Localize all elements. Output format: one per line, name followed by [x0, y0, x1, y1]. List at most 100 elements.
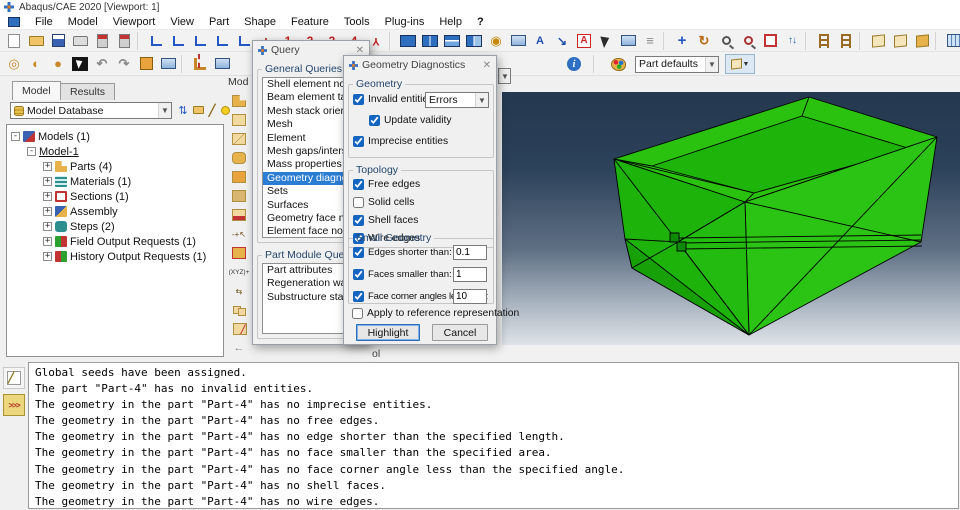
expand-icon[interactable]: + — [43, 177, 52, 186]
table-monitor-icon[interactable] — [617, 31, 639, 51]
pointer-icon[interactable] — [595, 31, 617, 51]
translate-icon[interactable]: -+↖ — [228, 225, 250, 243]
expand-icon[interactable]: + — [43, 252, 52, 261]
expand-icon[interactable]: + — [43, 162, 52, 171]
dialog-monitor-icon[interactable] — [157, 54, 179, 74]
create-datum-icon[interactable] — [228, 168, 250, 186]
face-corner-checkbox[interactable] — [353, 291, 364, 302]
shell-faces-checkbox[interactable] — [353, 215, 364, 226]
annotation-arrow-icon[interactable]: ↘ — [551, 31, 573, 51]
axis-yz-icon[interactable] — [189, 31, 211, 51]
free-edges-checkbox[interactable] — [353, 179, 364, 190]
menu-feature[interactable]: Feature — [291, 16, 329, 28]
menu-tools[interactable]: Tools — [344, 16, 370, 28]
axis-xy-icon[interactable] — [145, 31, 167, 51]
list-options-icon[interactable]: ≡ — [639, 31, 661, 51]
tree-item-assembly[interactable]: + Assembly — [7, 204, 223, 219]
expand-icon[interactable]: + — [43, 237, 52, 246]
annotation-text-icon[interactable]: A — [573, 31, 595, 51]
message-area[interactable]: Global seeds have been assigned. The par… — [28, 362, 959, 509]
viewport-layout-1-icon[interactable] — [397, 31, 419, 51]
close-icon[interactable]: ✕ — [483, 60, 491, 71]
edit-dimension-icon[interactable]: ⇆ — [228, 282, 250, 300]
tree-item-parts[interactable]: + Parts (4) — [7, 159, 223, 174]
circle-intersect-icon[interactable]: ◐ — [25, 54, 47, 74]
undo-icon[interactable]: ↶ — [91, 54, 113, 74]
viewport-ruler-icon[interactable] — [189, 54, 211, 74]
tree-item-steps[interactable]: + Steps (2) — [7, 219, 223, 234]
diagnostics-dialog-titlebar[interactable]: Geometry Diagnostics ✕ — [344, 56, 496, 74]
circle-solid-icon[interactable]: ● — [47, 54, 69, 74]
apply-reference-checkbox[interactable] — [352, 308, 363, 319]
box-zoom-icon[interactable] — [737, 31, 759, 51]
render-hidden-icon[interactable] — [889, 31, 911, 51]
annotation-pointer-a-icon[interactable]: A — [529, 31, 551, 51]
cycle-views-icon[interactable]: ↑↓ — [781, 31, 803, 51]
datum-xyz-icon[interactable]: (XYZ)+ — [228, 263, 250, 281]
update-validity-checkbox[interactable] — [369, 115, 380, 126]
tree-item-materials[interactable]: + Materials (1) — [7, 174, 223, 189]
circle-union-icon[interactable]: ◎ — [3, 54, 25, 74]
faces-smaller-input[interactable] — [453, 267, 487, 282]
download-tool-icon[interactable] — [113, 31, 135, 51]
tree-item-sections[interactable]: + Sections (1) — [7, 189, 223, 204]
viewport-layout-3-icon[interactable] — [441, 31, 463, 51]
ladder-tool-a-icon[interactable] — [813, 31, 835, 51]
expand-icon[interactable]: + — [43, 222, 52, 231]
new-file-icon[interactable] — [3, 31, 25, 51]
viewport-layout-4-icon[interactable] — [463, 31, 485, 51]
menu-model[interactable]: Model — [68, 16, 98, 28]
render-shaded-icon[interactable] — [911, 31, 933, 51]
ladder-tool-b-icon[interactable] — [835, 31, 857, 51]
spin-updown-icon[interactable]: ⇅ — [176, 103, 190, 117]
model-database-combo[interactable]: Model Database ▼ — [10, 102, 172, 119]
create-part-icon[interactable] — [228, 92, 250, 110]
redo-icon[interactable]: ↷ — [113, 54, 135, 74]
imprecise-entities-checkbox[interactable] — [353, 136, 364, 147]
expand-icon[interactable]: + — [43, 192, 52, 201]
create-round-icon[interactable] — [228, 149, 250, 167]
highlight-button[interactable]: Highlight — [356, 324, 420, 341]
menu-viewport[interactable]: Viewport — [113, 16, 156, 28]
color-code-combo[interactable]: Part defaults ▼ — [635, 55, 719, 73]
tree-item-history-output[interactable]: + History Output Requests (1) — [7, 249, 223, 264]
view-options-eye-icon[interactable]: ◉ — [485, 31, 507, 51]
collapse-icon[interactable]: - — [11, 132, 20, 141]
geometry-edit-icon[interactable]: ╱ — [228, 320, 250, 338]
select-tool-active-icon[interactable] — [69, 54, 91, 74]
visualization-cube-icon[interactable]: ▼ — [725, 54, 755, 74]
menu-view[interactable]: View — [170, 16, 194, 28]
axis-custom-icon[interactable] — [211, 31, 233, 51]
create-solid-cut-icon[interactable] — [228, 111, 250, 129]
axis-xz-icon[interactable] — [167, 31, 189, 51]
collapse-icon[interactable]: - — [27, 147, 36, 156]
edges-shorter-checkbox[interactable] — [353, 247, 364, 258]
errors-combo[interactable]: Errors ▼ — [425, 92, 489, 108]
partition-face-icon[interactable] — [228, 130, 250, 148]
solid-cells-checkbox[interactable] — [353, 197, 364, 208]
color-code-palette-icon[interactable] — [607, 54, 629, 74]
face-corner-input[interactable] — [453, 289, 487, 304]
app-menu-icon[interactable] — [8, 16, 20, 27]
assign-midsurface-icon[interactable] — [228, 206, 250, 224]
menu-help[interactable]: Help — [439, 16, 462, 28]
expand-icon[interactable]: + — [43, 207, 52, 216]
context-help-icon[interactable]: ? — [477, 16, 484, 28]
print-icon[interactable] — [69, 31, 91, 51]
kernel-command-line-button[interactable]: >>> — [3, 394, 25, 416]
upload-tool-icon[interactable] — [91, 31, 113, 51]
close-icon[interactable]: ✕ — [356, 45, 364, 56]
save-database-icon[interactable] — [47, 31, 69, 51]
pan-view-icon[interactable]: + — [671, 31, 693, 51]
tree-item-models[interactable]: - Models (1) — [7, 129, 223, 144]
edit-pencil-icon[interactable]: ╱ — [205, 103, 219, 117]
viewport-annotation-icon[interactable] — [507, 31, 529, 51]
open-database-icon[interactable] — [25, 31, 47, 51]
create-wire-icon[interactable] — [228, 244, 250, 262]
magnify-view-icon[interactable] — [715, 31, 737, 51]
viewport-canvas[interactable] — [502, 92, 960, 345]
menu-plugins[interactable]: Plug-ins — [385, 16, 425, 28]
tab-results[interactable]: Results — [60, 83, 116, 100]
rotate-view-icon[interactable]: ↻ — [693, 31, 715, 51]
tree-item-model-1[interactable]: - Model-1 — [7, 144, 223, 159]
